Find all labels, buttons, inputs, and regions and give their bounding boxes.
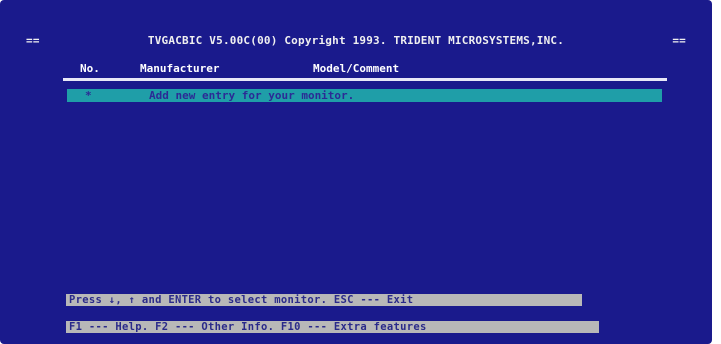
column-header-no: No. [80,62,100,75]
dos-monitor-setup-screen: == TVGACBIC V5.00C(00) Copyright 1993. T… [0,0,712,344]
title-left-marker: == [26,33,40,47]
header-divider [63,78,667,81]
column-header-model: Model/Comment [313,62,400,75]
entry-label: Add new entry for your monitor. [149,89,355,102]
title-text: TVGACBIC V5.00C(00) Copyright 1993. TRID… [147,33,565,47]
title-bar: == TVGACBIC V5.00C(00) Copyright 1993. T… [26,32,686,48]
column-header-manufacturer: Manufacturer [140,62,220,75]
title-right-marker: == [672,33,686,47]
hint-bar-function-keys: F1 --- Help. F2 --- Other Info. F10 --- … [66,321,599,333]
monitor-list-item-add-new[interactable]: * Add new entry for your monitor. [67,89,662,102]
entry-marker: * [85,89,92,102]
hint-bar-navigation: Press ↓, ↑ and ENTER to select monitor. … [66,294,582,306]
